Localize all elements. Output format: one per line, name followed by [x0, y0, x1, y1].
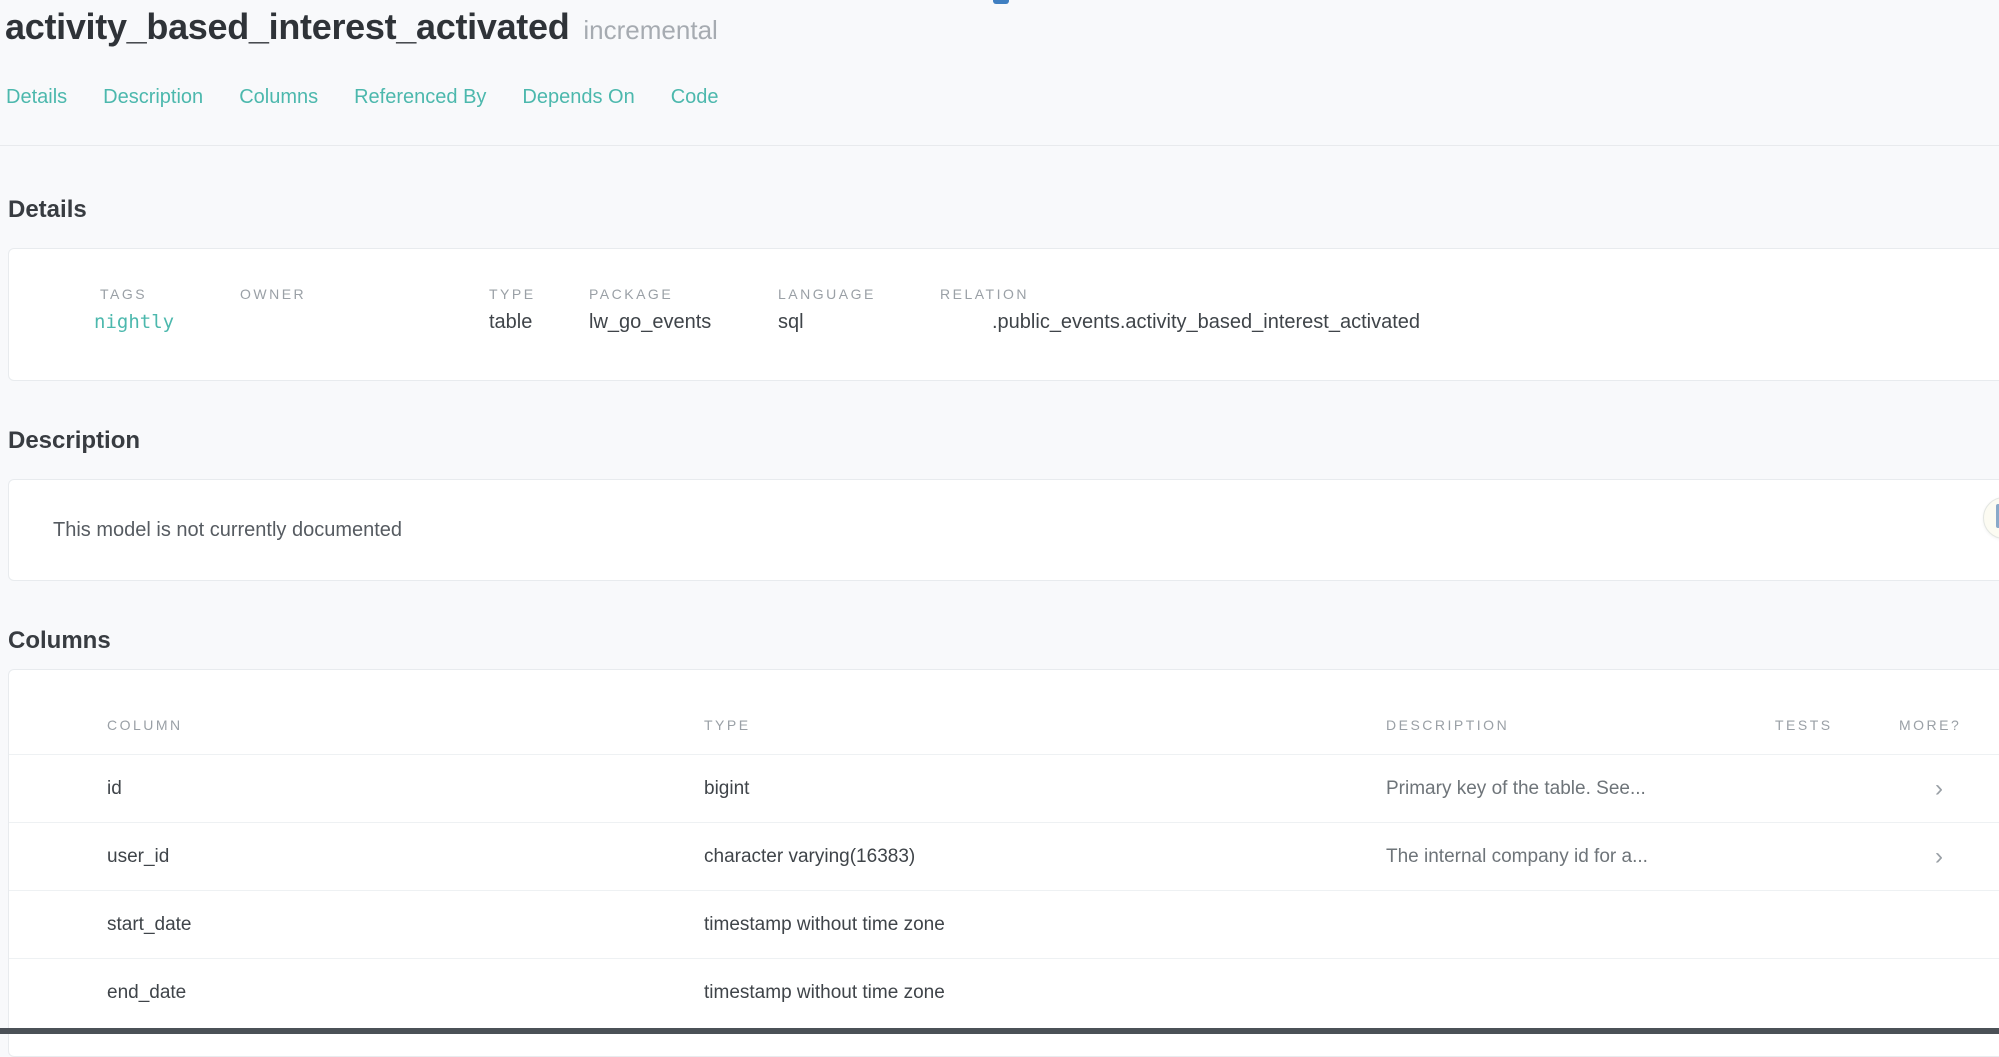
tab-referenced-by[interactable]: Referenced By [354, 85, 486, 109]
header-column: COLUMN [107, 718, 704, 732]
materialization-badge: incremental [583, 15, 717, 45]
page-title: activity_based_interest_activated [5, 6, 569, 47]
field-tags-label: TAGS [94, 287, 240, 301]
tab-description[interactable]: Description [103, 85, 203, 109]
field-tags-value[interactable]: nightly [94, 310, 240, 334]
tab-code[interactable]: Code [671, 85, 719, 109]
model-nav-tabs: Details Description Columns Referenced B… [0, 85, 1999, 109]
chevron-right-icon[interactable]: › [1899, 845, 1979, 869]
field-type-label: TYPE [489, 287, 589, 301]
field-language-label: LANGUAGE [778, 287, 940, 301]
cell-column-name: end_date [107, 982, 704, 1004]
field-owner-label: OWNER [240, 287, 489, 301]
cell-column-description: The internal company id for a... [1386, 846, 1775, 868]
description-card: This model is not currently documented [8, 479, 1999, 581]
header-description: DESCRIPTION [1386, 718, 1775, 732]
field-package-value: lw_go_events [589, 310, 778, 334]
header-divider [0, 145, 1999, 146]
clipped-toolbar-button-fragment[interactable] [993, 0, 1009, 4]
table-row[interactable]: user_id character varying(16383) The int… [9, 822, 1999, 890]
cell-column-name: user_id [107, 846, 704, 868]
columns-section-heading: Columns [8, 627, 1999, 655]
cell-column-name: start_date [107, 914, 704, 936]
field-owner: OWNER [240, 287, 489, 334]
table-row[interactable]: end_date timestamp without time zone [9, 958, 1999, 1026]
field-type-value: table [489, 310, 589, 334]
columns-card: COLUMN TYPE DESCRIPTION TESTS MORE? id b… [8, 669, 1999, 1057]
cell-column-type: character varying(16383) [704, 846, 1386, 868]
field-package-label: PACKAGE [589, 287, 778, 301]
field-type: TYPE table [489, 287, 589, 334]
description-section-heading: Description [8, 427, 1999, 455]
header-type: TYPE [704, 718, 1386, 732]
field-language-value: sql [778, 310, 940, 334]
header-more: MORE? [1899, 718, 1979, 732]
columns-table-header: COLUMN TYPE DESCRIPTION TESTS MORE? [9, 718, 1999, 754]
field-relation-value: .public_events.activity_based_interest_a… [940, 310, 1420, 334]
field-language: LANGUAGE sql [778, 287, 940, 334]
cell-column-type: timestamp without time zone [704, 914, 1386, 936]
chevron-right-icon[interactable]: › [1899, 777, 1979, 801]
tab-columns[interactable]: Columns [239, 85, 318, 109]
cell-column-description: Primary key of the table. See... [1386, 778, 1775, 800]
description-text: This model is not currently documented [53, 519, 402, 542]
details-card: TAGS nightly OWNER TYPE table PACKAGE lw… [8, 248, 1999, 381]
field-package: PACKAGE lw_go_events [589, 287, 778, 334]
cell-column-type: bigint [704, 778, 1386, 800]
field-relation-label: RELATION [940, 287, 1420, 301]
window-bottom-edge [0, 1028, 1999, 1034]
model-header: activity_based_interest_activated increme… [0, 0, 1999, 49]
header-tests: TESTS [1775, 718, 1899, 732]
tab-depends-on[interactable]: Depends On [522, 85, 634, 109]
field-tags: TAGS nightly [94, 287, 240, 334]
details-section-heading: Details [8, 196, 1999, 224]
table-row[interactable]: start_date timestamp without time zone [9, 890, 1999, 958]
table-row[interactable]: id bigint Primary key of the table. See.… [9, 754, 1999, 822]
cell-column-type: timestamp without time zone [704, 982, 1386, 1004]
details-fields-row: TAGS nightly OWNER TYPE table PACKAGE lw… [9, 249, 1999, 380]
tab-details[interactable]: Details [6, 85, 67, 109]
field-relation: RELATION .public_events.activity_based_i… [940, 287, 1420, 334]
cell-column-name: id [107, 778, 704, 800]
